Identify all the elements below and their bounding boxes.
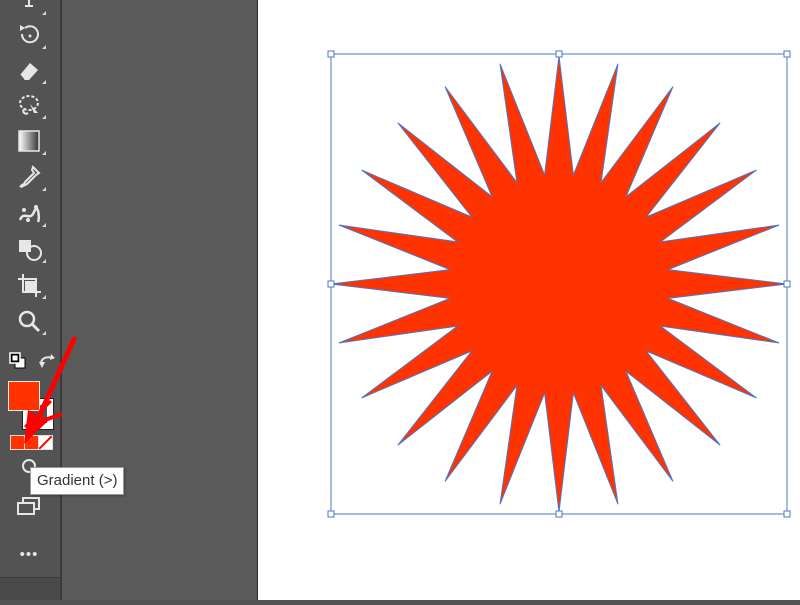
selection-handle-bottom-right[interactable]	[783, 510, 791, 518]
eraser-icon	[14, 55, 44, 90]
lasso-tool-button[interactable]	[12, 92, 46, 122]
tool-group-indicator	[42, 80, 46, 84]
tooltip: Gradient (>)	[30, 467, 125, 495]
tool-group-indicator	[42, 259, 46, 263]
tool-group-indicator	[42, 187, 46, 191]
type-cursor-icon	[14, 0, 44, 21]
tool-group-indicator	[42, 11, 46, 15]
gradient-mode-button[interactable]	[24, 435, 39, 450]
gradient-icon	[14, 126, 44, 161]
artboard-icon	[14, 270, 44, 305]
selection-handle-bottom-center[interactable]	[555, 510, 563, 518]
lasso-icon	[14, 90, 44, 125]
shape-builder-icon	[14, 234, 44, 269]
canvas-pasteboard	[62, 0, 258, 600]
star-shape[interactable]	[330, 55, 788, 513]
puppet-warp-icon	[14, 198, 44, 233]
edit-toolbar-button[interactable]: •••	[12, 541, 46, 567]
type-tool-button[interactable]	[12, 0, 46, 18]
toolbar-footer	[0, 577, 60, 600]
gradient-tool-button[interactable]	[12, 128, 46, 158]
artboard[interactable]	[258, 0, 800, 600]
zoom-icon	[14, 306, 44, 341]
selection-handle-top-center[interactable]	[555, 50, 563, 58]
artboard-tool-button[interactable]	[12, 272, 46, 302]
rotate-icon	[14, 20, 44, 55]
tool-group-indicator	[42, 45, 46, 49]
default-colors-icon	[9, 352, 27, 374]
tool-group-indicator	[42, 223, 46, 227]
default-fill-stroke-button[interactable]	[9, 352, 27, 370]
tool-group-indicator	[42, 295, 46, 299]
screen-mode-icon	[14, 492, 44, 527]
tool-group-indicator	[42, 151, 46, 155]
swap-fill-stroke-button[interactable]	[37, 352, 57, 372]
eraser-tool-button[interactable]	[12, 57, 46, 87]
selection-handle-bottom-left[interactable]	[327, 510, 335, 518]
none-stroke-icon	[23, 399, 53, 433]
none-mode-button[interactable]	[38, 435, 53, 450]
puppet-warp-tool-button[interactable]	[12, 200, 46, 230]
color-mode-button[interactable]	[10, 435, 25, 450]
eyedropper-tool-button[interactable]	[12, 164, 46, 194]
more-tools-icon: •••	[19, 545, 39, 563]
zoom-tool-button[interactable]	[12, 308, 46, 338]
selection-handle-middle-left[interactable]	[327, 280, 335, 288]
shape-builder-tool-button[interactable]	[12, 236, 46, 266]
tools-panel: •••	[0, 0, 62, 600]
rotate-tool-button[interactable]	[12, 22, 46, 52]
swap-arrow-icon	[37, 354, 57, 376]
selection-handle-top-left[interactable]	[327, 50, 335, 58]
screen-mode-button[interactable]	[12, 494, 46, 524]
tool-group-indicator	[42, 331, 46, 335]
selection-handle-top-right[interactable]	[783, 50, 791, 58]
fill-swatch[interactable]	[8, 381, 40, 411]
eyedropper-icon	[14, 162, 44, 197]
tool-group-indicator	[42, 115, 46, 119]
tooltip-text: Gradient (>)	[37, 472, 118, 489]
selection-handle-middle-right[interactable]	[783, 280, 791, 288]
artwork-canvas	[327, 50, 791, 518]
